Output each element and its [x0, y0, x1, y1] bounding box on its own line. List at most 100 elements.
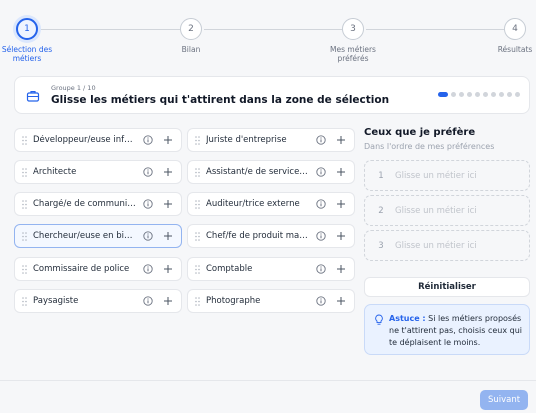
- job-card[interactable]: Chargé/e de communication: [14, 192, 182, 216]
- tip-box: Astuce : Si les métiers proposés ne t'at…: [364, 304, 530, 355]
- add-icon[interactable]: [336, 199, 346, 209]
- drag-handle-icon[interactable]: [195, 135, 201, 145]
- group-pagination-dots: [438, 92, 520, 97]
- add-icon[interactable]: [336, 231, 346, 241]
- preference-slot-2[interactable]: 2 Glisse un métier ici: [364, 195, 530, 226]
- slot-placeholder: Glisse un métier ici: [395, 170, 477, 181]
- job-card[interactable]: Architecte: [14, 160, 182, 184]
- job-card[interactable]: Assistant/e de service social: [187, 160, 355, 184]
- step-number: 2: [180, 18, 202, 40]
- step-label: Sélection des métiers: [1, 45, 53, 63]
- add-icon[interactable]: [163, 264, 173, 274]
- step-4[interactable]: 4 Résultats: [475, 18, 536, 54]
- add-icon[interactable]: [163, 135, 173, 145]
- drag-handle-icon[interactable]: [22, 135, 28, 145]
- info-icon[interactable]: [316, 296, 326, 306]
- add-icon[interactable]: [163, 167, 173, 177]
- drag-handle-icon[interactable]: [195, 264, 201, 274]
- drag-handle-icon[interactable]: [22, 296, 28, 306]
- step-label: Mes métiers préférés: [330, 45, 376, 63]
- drag-handle-icon[interactable]: [22, 167, 28, 177]
- job-label: Chef/fe de produit marketing: [206, 231, 310, 241]
- group-header-card: Groupe 1 / 10 Glisse les métiers qui t'a…: [14, 76, 530, 114]
- drag-handle-icon[interactable]: [195, 231, 201, 241]
- tip-text: Astuce : Si les métiers proposés ne t'at…: [389, 313, 525, 349]
- step-3[interactable]: 3 Mes métiers préférés: [313, 18, 393, 63]
- job-label: Photographe: [206, 296, 261, 306]
- group-counter: Groupe 1 / 10: [51, 84, 96, 92]
- step-2[interactable]: 2 Bilan: [151, 18, 231, 54]
- drag-handle-icon[interactable]: [22, 199, 28, 209]
- info-icon[interactable]: [143, 296, 153, 306]
- job-label: Chargé/e de communication: [33, 199, 137, 209]
- tip-label: Astuce :: [389, 314, 426, 323]
- preferences-subtitle: Dans l'ordre de mes préférences: [364, 142, 495, 151]
- job-label: Auditeur/trice externe: [206, 199, 300, 209]
- footer-divider: [0, 380, 536, 381]
- job-card[interactable]: Chef/fe de produit marketing: [187, 224, 355, 248]
- slot-number: 3: [378, 240, 384, 251]
- slot-placeholder: Glisse un métier ici: [395, 205, 477, 216]
- pagination-dot[interactable]: [467, 92, 472, 97]
- pagination-dot[interactable]: [483, 92, 488, 97]
- info-icon[interactable]: [143, 199, 153, 209]
- job-card[interactable]: Chercheur/euse en biologie: [14, 224, 182, 248]
- pagination-dot[interactable]: [459, 92, 464, 97]
- drag-handle-icon[interactable]: [22, 231, 28, 241]
- drag-handle-icon[interactable]: [195, 296, 201, 306]
- info-icon[interactable]: [143, 231, 153, 241]
- group-title: Glisse les métiers qui t'attirent dans l…: [51, 94, 390, 106]
- lightbulb-icon: [375, 314, 383, 325]
- add-icon[interactable]: [163, 296, 173, 306]
- pagination-dot[interactable]: [515, 92, 520, 97]
- pagination-dot[interactable]: [475, 92, 480, 97]
- info-icon[interactable]: [316, 264, 326, 274]
- job-label: Comptable: [206, 264, 253, 274]
- job-card[interactable]: Comptable: [187, 257, 355, 281]
- preference-slot-1[interactable]: 1 Glisse un métier ici: [364, 160, 530, 191]
- job-label: Développeur/euse informatique: [33, 135, 137, 145]
- add-icon[interactable]: [163, 231, 173, 241]
- pagination-dot[interactable]: [491, 92, 496, 97]
- job-card[interactable]: Commissaire de police: [14, 257, 182, 281]
- job-card[interactable]: Auditeur/trice externe: [187, 192, 355, 216]
- info-icon[interactable]: [143, 167, 153, 177]
- step-1[interactable]: 1 Sélection des métiers: [0, 18, 67, 63]
- slot-placeholder: Glisse un métier ici: [395, 240, 477, 251]
- add-icon[interactable]: [336, 135, 346, 145]
- job-card[interactable]: Photographe: [187, 289, 355, 313]
- job-label: Paysagiste: [33, 296, 79, 306]
- step-number: 3: [342, 18, 364, 40]
- slot-number: 2: [378, 205, 384, 216]
- job-label: Chercheur/euse en biologie: [33, 231, 137, 241]
- info-icon[interactable]: [316, 231, 326, 241]
- job-card[interactable]: Juriste d'entreprise: [187, 128, 355, 152]
- step-label: Bilan: [181, 45, 201, 54]
- pagination-dot-active[interactable]: [438, 92, 448, 97]
- drag-handle-icon[interactable]: [195, 199, 201, 209]
- add-icon[interactable]: [336, 167, 346, 177]
- job-card[interactable]: Développeur/euse informatique: [14, 128, 182, 152]
- next-button[interactable]: Suivant: [480, 390, 528, 410]
- job-label: Architecte: [33, 167, 77, 177]
- info-icon[interactable]: [316, 135, 326, 145]
- add-icon[interactable]: [336, 264, 346, 274]
- info-icon[interactable]: [143, 135, 153, 145]
- info-icon[interactable]: [316, 199, 326, 209]
- pagination-dot[interactable]: [499, 92, 504, 97]
- step-label: Résultats: [497, 45, 533, 54]
- reset-button[interactable]: Réinitialiser: [364, 277, 530, 297]
- info-icon[interactable]: [143, 264, 153, 274]
- job-label: Juriste d'entreprise: [206, 135, 287, 145]
- drag-handle-icon[interactable]: [22, 264, 28, 274]
- info-icon[interactable]: [316, 167, 326, 177]
- progress-stepper: 1 Sélection des métiers 2 Bilan 3 Mes mé…: [0, 18, 536, 68]
- add-icon[interactable]: [163, 199, 173, 209]
- pagination-dot[interactable]: [451, 92, 456, 97]
- job-card[interactable]: Paysagiste: [14, 289, 182, 313]
- pagination-dot[interactable]: [507, 92, 512, 97]
- drag-handle-icon[interactable]: [195, 167, 201, 177]
- preferences-title: Ceux que je préfère: [364, 127, 476, 138]
- preference-slot-3[interactable]: 3 Glisse un métier ici: [364, 230, 530, 261]
- add-icon[interactable]: [336, 296, 346, 306]
